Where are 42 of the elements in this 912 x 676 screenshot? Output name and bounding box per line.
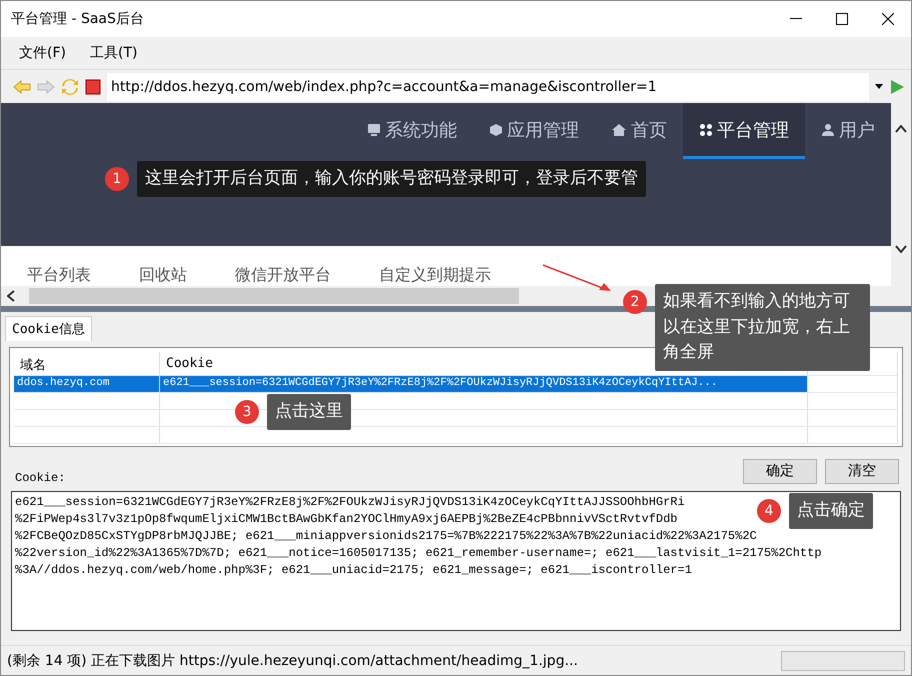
table-cell[interactable]: ddos.hezyq.com (14, 376, 160, 392)
cookie-text-line: %2FCBeQOzD85CxSTYgDP8rbMJQJJBE; e621___miniappversionids2175=%7B%222175%22%3A%7B%22uniacid%22%3A2175%2C (15, 528, 757, 545)
address-field[interactable]: http://ddos.hezyq.com/web/index.php?c=account&a=manage&iscontroller=1 (107, 72, 869, 100)
callout-text: 点击这里 (267, 394, 351, 430)
grid-icon (699, 122, 713, 136)
callout-text: 点击确定 (789, 493, 873, 528)
user-icon (821, 122, 835, 136)
menu-item[interactable]: 文件(F) (11, 42, 74, 64)
scrollbar-thumb[interactable] (29, 288, 519, 304)
stop-icon[interactable] (85, 78, 101, 94)
monitor-icon (367, 122, 381, 136)
scroll-up-icon[interactable] (895, 125, 907, 133)
scroll-left-icon[interactable] (7, 290, 15, 302)
sub-tab[interactable]: 回收站 (139, 265, 187, 286)
nav-tab[interactable]: 用户 (805, 103, 891, 159)
menu-item[interactable]: 工具(T) (82, 42, 146, 64)
window-title: 平台管理 - SaaS后台 (11, 10, 145, 28)
pointer-arrow (541, 263, 613, 293)
nav-tab[interactable]: 首页 (595, 103, 683, 159)
cookie-text-line: %22version_id%22%3A1365%7D%7D; e621___notice=1605017135; e621_remember-username=; e621___lastvisit_1=2175%2Chttp (15, 545, 822, 562)
status-text: (剩余 14 项) 正在下载图片 https://yule.hezeyunqi.com/attachment/headimg_1.jpg... (7, 652, 578, 670)
scroll-down-icon[interactable] (895, 245, 907, 253)
sub-tab[interactable]: 平台列表 (27, 265, 91, 286)
nav-tab[interactable]: 平台管理 (683, 103, 805, 159)
callout-text: 这里会打开后台页面，输入你的账号密码登录即可，登录后不要管 (137, 161, 646, 196)
table-cell[interactable]: e621___session=6321WCGdEGY7jR3eY%2FRzE8j%2F%2FOUkzWJisyRJjQVDS13iK4zOCeykCqYIttAJ... (160, 376, 808, 392)
sub-tab[interactable]: 微信开放平台 (235, 265, 331, 286)
dropdown-caret-icon[interactable] (875, 84, 883, 89)
nav-tab[interactable]: 应用管理 (473, 103, 595, 159)
cookie-textarea[interactable] (11, 491, 901, 631)
dialog-button[interactable]: 清空 (825, 458, 899, 484)
cookie-text-line: %2FiPWep4s3l7v3z1pOp8fwqumEljxiCMW1BctBAwGbKfan2YOClHmyA9xj6AEPBj%2BeZE4cPBbnnivVSctRvtvfDdb (15, 511, 678, 528)
dialog-button[interactable]: 确定 (743, 458, 817, 484)
panel-tab[interactable]: Cookie信息 (5, 316, 92, 341)
cookie-text-line: %3A//ddos.hezyq.com/web/home.php%3F; e621___uniacid=2175; e621_message=; e621___iscontroller=1 (15, 562, 692, 579)
cookie-label: Cookie: (15, 471, 66, 485)
home-icon (611, 122, 627, 136)
sub-tab[interactable]: 自定义到期提示 (379, 265, 491, 286)
nav-tab[interactable]: 系统功能 (351, 103, 473, 159)
cookie-text-line: e621___session=6321WCGdEGY7jR3eY%2FRzE8j%2F%2FOUkzWJisyRJjQVDS13iK4zOCeykCqYIttAJJSSOOhbHGrRi (15, 494, 685, 511)
callout-text: 如果看不到输入的地方可以在这里下拉加宽，右上角全屏 (655, 284, 870, 370)
cube-icon (489, 122, 503, 136)
